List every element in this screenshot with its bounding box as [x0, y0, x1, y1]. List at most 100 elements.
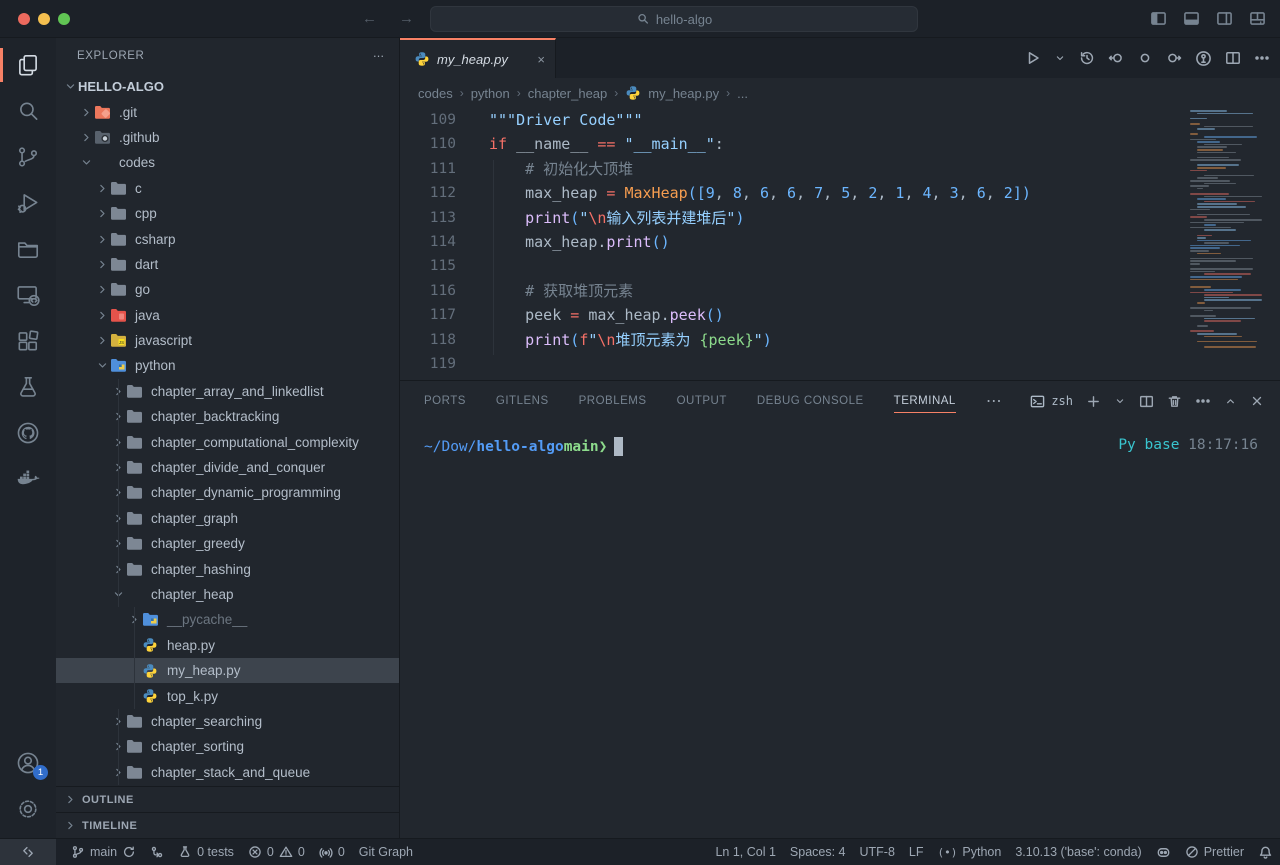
- command-center-search[interactable]: hello-algo: [430, 6, 918, 32]
- panel-tab-gitlens[interactable]: GITLENS: [496, 381, 549, 421]
- navigate-back-icon[interactable]: ←: [362, 10, 377, 27]
- status-tests[interactable]: 0 tests: [171, 839, 241, 865]
- prev-change-icon[interactable]: [1108, 50, 1124, 66]
- customize-layout-icon[interactable]: [1249, 10, 1266, 27]
- more-icon[interactable]: [1195, 393, 1211, 409]
- tree-item-csharp[interactable]: csharp: [56, 226, 399, 251]
- status-eol[interactable]: LF: [902, 839, 931, 865]
- panel-tabs-more-icon[interactable]: ⋯: [986, 391, 1002, 411]
- status-source-control-graph[interactable]: [143, 839, 171, 865]
- panel-tab-problems[interactable]: PROBLEMS: [579, 381, 647, 421]
- tree-item-chapter-dynamic-programming[interactable]: chapter_dynamic_programming: [56, 480, 399, 505]
- status-branch[interactable]: main: [64, 839, 143, 865]
- status-git-graph[interactable]: Git Graph: [352, 839, 420, 865]
- chevron-down-sm-icon[interactable]: [1114, 395, 1126, 407]
- status-language-mode[interactable]: (•)Python: [931, 839, 1009, 865]
- tree-item-chapter-greedy[interactable]: chapter_greedy: [56, 531, 399, 556]
- panel-tab-ports[interactable]: PORTS: [424, 381, 466, 421]
- activity-github[interactable]: [0, 410, 56, 456]
- status-remote-indicator[interactable]: [0, 839, 56, 865]
- activity-testing[interactable]: [0, 364, 56, 410]
- minimap[interactable]: [1190, 110, 1264, 349]
- history-icon[interactable]: [1079, 50, 1095, 66]
- tree-item-chapter-divide-and-conquer[interactable]: chapter_divide_and_conquer: [56, 455, 399, 480]
- tree-item-go[interactable]: go: [56, 277, 399, 302]
- tree-item-chapter-sorting[interactable]: chapter_sorting: [56, 734, 399, 759]
- terminal[interactable]: ~/Dow/hello-algo main ❯ Py base 18:17:16: [400, 421, 1280, 838]
- tree-item-chapter-searching[interactable]: chapter_searching: [56, 709, 399, 734]
- status-copilot[interactable]: [1149, 839, 1178, 865]
- run-icon[interactable]: [1025, 50, 1041, 66]
- activity-docker[interactable]: [0, 456, 56, 502]
- panel-tab-debug-console[interactable]: DEBUG CONSOLE: [757, 381, 864, 421]
- tree-item-chapter-backtracking[interactable]: chapter_backtracking: [56, 404, 399, 429]
- activity-extensions[interactable]: [0, 318, 56, 364]
- split-sm-icon[interactable]: [1139, 394, 1154, 409]
- status-cursor-position[interactable]: Ln 1, Col 1: [708, 839, 782, 865]
- tree-item-chapter-computational-complexity[interactable]: chapter_computational_complexity: [56, 429, 399, 454]
- breadcrumb-item[interactable]: python: [471, 86, 510, 101]
- breadcrumb-item[interactable]: ...: [737, 86, 748, 101]
- trash-icon[interactable]: [1167, 394, 1182, 409]
- activity-accounts[interactable]: 1: [0, 740, 56, 786]
- status-indentation[interactable]: Spaces: 4: [783, 839, 853, 865]
- plus-icon[interactable]: [1086, 394, 1101, 409]
- tree-item-hello-algo[interactable]: HELLO-ALGO: [56, 74, 399, 99]
- toggle-panel-icon[interactable]: [1183, 10, 1200, 27]
- chevron-down-sm-icon[interactable]: [1054, 52, 1066, 64]
- tree-item-chapter-heap[interactable]: chapter_heap: [56, 582, 399, 607]
- tree-item-cpp[interactable]: cpp: [56, 201, 399, 226]
- status-problems[interactable]: 00: [241, 839, 312, 865]
- chevron-up-sm-icon[interactable]: [1224, 395, 1237, 408]
- tree-item-chapter-hashing[interactable]: chapter_hashing: [56, 556, 399, 581]
- activity-settings[interactable]: [0, 786, 56, 832]
- toggle-secondary-sidebar-icon[interactable]: [1216, 10, 1233, 27]
- activity-project-manager[interactable]: [0, 226, 56, 272]
- activity-source-control[interactable]: [0, 134, 56, 180]
- views-more-actions-icon[interactable]: ⋯: [373, 49, 385, 63]
- status-prettier[interactable]: Prettier: [1178, 839, 1251, 865]
- panel-tab-terminal[interactable]: TERMINAL: [894, 381, 956, 421]
- tree-item-chapter-array-and-linkedlist[interactable]: chapter_array_and_linkedlist: [56, 379, 399, 404]
- tree-item-java[interactable]: java: [56, 303, 399, 328]
- toggle-primary-sidebar-icon[interactable]: [1150, 10, 1167, 27]
- status-encoding[interactable]: UTF-8: [853, 839, 902, 865]
- next-change-icon[interactable]: [1166, 50, 1182, 66]
- status-python-interpreter[interactable]: 3.10.13 ('base': conda): [1008, 839, 1148, 865]
- activity-remote-explorer[interactable]: [0, 272, 56, 318]
- tree-item-chapter-graph[interactable]: chapter_graph: [56, 506, 399, 531]
- tree-item-my-heap-py[interactable]: my_heap.py: [56, 658, 399, 683]
- tab-my-heap[interactable]: my_heap.py ×: [400, 38, 556, 78]
- tree-item-javascript[interactable]: JSjavascript: [56, 328, 399, 353]
- split-icon[interactable]: [1225, 50, 1241, 66]
- section-outline[interactable]: OUTLINE: [56, 786, 399, 812]
- gitlens-icon[interactable]: [1195, 50, 1212, 67]
- tree-item-python[interactable]: python: [56, 353, 399, 378]
- breadcrumb-item[interactable]: codes: [418, 86, 453, 101]
- tree-item-codes[interactable]: codes: [56, 150, 399, 175]
- code-editor[interactable]: 109"""Driver Code"""110if __name__ == "_…: [400, 108, 1280, 380]
- tree-item--pycache-[interactable]: __pycache__: [56, 607, 399, 632]
- status-notifications[interactable]: [1251, 839, 1280, 865]
- activity-search[interactable]: [0, 88, 56, 134]
- tree-item--github[interactable]: .github: [56, 125, 399, 150]
- section-timeline[interactable]: TIMELINE: [56, 812, 399, 838]
- tree-item--git[interactable]: .git: [56, 99, 399, 124]
- tree-item-top-k-py[interactable]: top_k.py: [56, 683, 399, 708]
- close-sm-icon[interactable]: [1250, 394, 1264, 408]
- close-tab-icon[interactable]: ×: [537, 52, 545, 67]
- breadcrumb-item[interactable]: chapter_heap: [528, 86, 608, 101]
- activity-run-debug[interactable]: [0, 180, 56, 226]
- zoom-window-button[interactable]: [58, 13, 70, 25]
- terminal-profile[interactable]: zsh: [1030, 394, 1073, 409]
- panel-tab-output[interactable]: OUTPUT: [677, 381, 727, 421]
- minimize-window-button[interactable]: [38, 13, 50, 25]
- change-icon[interactable]: [1137, 50, 1153, 66]
- activity-explorer[interactable]: [0, 42, 56, 88]
- tree-item-heap-py[interactable]: heap.py: [56, 633, 399, 658]
- navigate-forward-icon[interactable]: →: [399, 10, 414, 27]
- more-icon[interactable]: [1254, 50, 1270, 66]
- close-window-button[interactable]: [18, 13, 30, 25]
- tree-item-dart[interactable]: dart: [56, 252, 399, 277]
- tree-item-chapter-stack-and-queue[interactable]: chapter_stack_and_queue: [56, 760, 399, 785]
